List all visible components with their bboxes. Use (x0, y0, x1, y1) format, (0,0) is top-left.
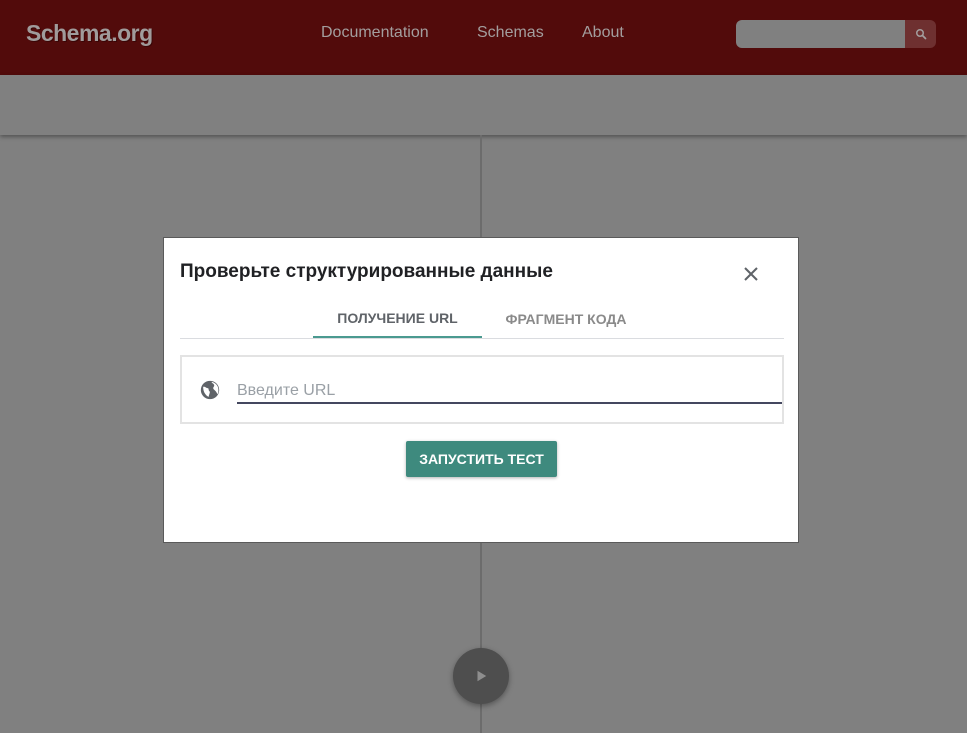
run-test-button[interactable]: ЗАПУСТИТЬ ТЕСТ (406, 441, 557, 477)
nav-link-about[interactable]: About (582, 24, 624, 42)
url-input[interactable] (237, 379, 782, 404)
editor-toolbar (0, 75, 967, 135)
url-input-panel (180, 355, 784, 424)
run-fab-button[interactable] (453, 648, 509, 704)
structured-data-test-dialog: Проверьте структурированные данные ПОЛУЧ… (163, 237, 799, 543)
close-icon (744, 267, 758, 281)
globe-icon (200, 380, 220, 400)
dialog-title: Проверьте структурированные данные (180, 261, 553, 282)
tab-fetch-url[interactable]: ПОЛУЧЕНИЕ URL (313, 300, 482, 338)
dialog-close-button[interactable] (740, 263, 762, 285)
site-logo[interactable]: Schema.org (26, 20, 153, 47)
search-icon (915, 29, 926, 40)
site-search-input[interactable] (736, 20, 906, 48)
top-navigation-bar: Schema.org Documentation Schemas About (0, 0, 967, 75)
nav-link-schemas[interactable]: Schemas (477, 24, 544, 42)
play-icon (477, 670, 487, 682)
dialog-tabs: ПОЛУЧЕНИЕ URL ФРАГМЕНТ КОДА (180, 300, 784, 339)
site-search-button[interactable] (905, 20, 936, 48)
tab-code-snippet[interactable]: ФРАГМЕНТ КОДА (482, 300, 650, 338)
nav-link-documentation[interactable]: Documentation (321, 24, 429, 42)
